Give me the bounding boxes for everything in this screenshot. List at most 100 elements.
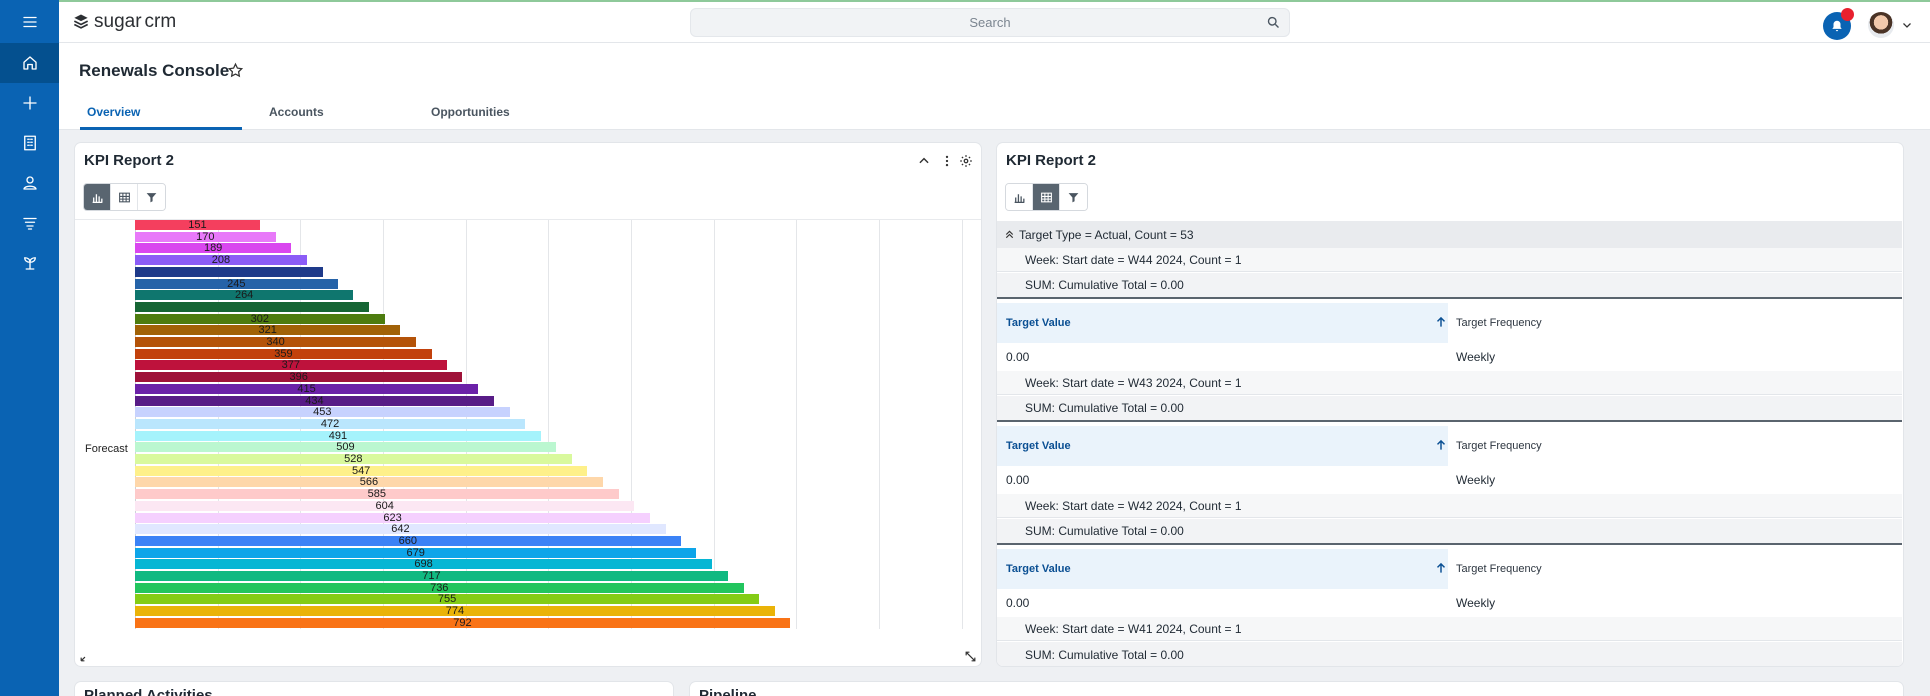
sugarcrm-logo[interactable]: sugar crm <box>71 11 176 33</box>
avatar[interactable] <box>1868 12 1894 38</box>
chart-view-button[interactable] <box>1006 184 1033 210</box>
sidebar-item-create[interactable] <box>0 83 59 123</box>
chevron-up-icon[interactable] <box>917 154 931 168</box>
top-bar: sugar crm <box>59 0 1930 43</box>
filter-lines-icon <box>22 217 37 230</box>
cube-logo-icon <box>73 14 89 29</box>
bar-value-label: 774 <box>445 605 465 618</box>
building-icon <box>23 135 36 151</box>
bar-value-label: 660 <box>398 534 418 547</box>
bell-icon <box>1832 20 1842 32</box>
filter-button[interactable] <box>1060 184 1087 210</box>
sidebar-item-home[interactable] <box>0 43 59 83</box>
sidebar-item-filters[interactable] <box>0 203 59 243</box>
gridline <box>879 220 881 629</box>
table-view-button[interactable] <box>111 184 138 210</box>
bar-value-label: 736 <box>430 581 449 594</box>
view-toggle <box>1005 183 1088 211</box>
global-search[interactable] <box>690 8 1290 37</box>
bar-value-label: 321 <box>258 324 277 337</box>
tab-overview[interactable]: Overview <box>80 105 242 130</box>
group-header-row[interactable]: Target Type = Actual, Count = 53 <box>997 221 1902 248</box>
column-header-target-frequency[interactable]: Target Frequency <box>1448 426 1902 466</box>
gridline <box>961 220 963 629</box>
bar-value-label: 472 <box>320 417 340 430</box>
left-sidebar <box>0 0 59 696</box>
kpi-table-dashlet: KPI Report 2 Target Type = Actual, Count… <box>997 143 1903 666</box>
column-header-target-frequency[interactable]: Target Frequency <box>1448 549 1902 589</box>
resize-icon[interactable] <box>964 650 977 663</box>
sort-arrow-up-icon[interactable] <box>1434 438 1448 452</box>
cell-target-value: 0.00 <box>1006 350 1030 364</box>
bar-value-label: 453 <box>313 406 332 419</box>
bar-value-label: 264 <box>234 289 254 302</box>
bar-value-label: 208 <box>211 254 231 267</box>
expand-icon[interactable] <box>79 650 92 663</box>
planned-activities-dashlet: Planned Activities <box>75 682 673 696</box>
favorite-star-icon[interactable] <box>227 62 244 79</box>
chart-bar[interactable] <box>135 266 323 277</box>
table-icon <box>118 192 130 202</box>
bar-value-label: 170 <box>196 230 215 243</box>
gear-icon[interactable] <box>959 154 973 168</box>
filter-icon <box>146 192 157 202</box>
gridline <box>796 220 798 629</box>
filter-icon <box>1068 192 1079 202</box>
view-toggle <box>83 183 166 211</box>
chevron-down-icon[interactable] <box>1901 19 1913 31</box>
bar-value-label: 623 <box>383 511 402 524</box>
tab-accounts[interactable]: Accounts <box>269 105 324 130</box>
plant-icon <box>23 257 36 270</box>
bar-value-label: 755 <box>437 593 457 606</box>
bar-value-label: 528 <box>344 453 363 465</box>
filter-button[interactable] <box>138 184 165 210</box>
week-group-row[interactable]: Week: Start date = W42 2024, Count = 1 <box>997 494 1902 518</box>
bar-value-label: 642 <box>391 523 410 536</box>
table-header-row: Target Value Target Frequency <box>997 303 1902 343</box>
sort-arrow-up-icon[interactable] <box>1434 561 1448 575</box>
bar-value-label: 509 <box>336 441 355 454</box>
notification-badge <box>1841 8 1854 21</box>
chart-bar[interactable] <box>135 301 369 312</box>
column-header-target-value[interactable]: Target Value <box>1006 317 1071 329</box>
sidebar-item-contacts[interactable] <box>0 163 59 203</box>
bar-value-label: 189 <box>203 242 223 255</box>
week-group-row[interactable]: Week: Start date = W43 2024, Count = 1 <box>997 371 1902 395</box>
column-header-target-value[interactable]: Target Value <box>1006 440 1071 452</box>
bar-value-label: 377 <box>281 359 301 372</box>
bar-value-label: 359 <box>274 347 293 360</box>
plus-icon <box>22 96 37 110</box>
cell-target-value: 0.00 <box>1006 473 1030 487</box>
bar-value-label: 585 <box>367 488 387 501</box>
dashlet-title: KPI Report 2 <box>84 152 175 169</box>
collapse-double-chevron-icon <box>1005 230 1014 239</box>
column-header-target-value[interactable]: Target Value <box>1006 563 1071 575</box>
bar-value-label: 679 <box>406 546 425 559</box>
chart-view-button[interactable] <box>84 184 111 210</box>
column-header-target-frequency[interactable]: Target Frequency <box>1448 303 1902 343</box>
sidebar-item-plant[interactable] <box>0 243 59 283</box>
bar-value-label: 491 <box>328 429 348 442</box>
search-icon[interactable] <box>1266 15 1281 30</box>
bar-value-label: 604 <box>375 499 394 512</box>
bar-value-label: 302 <box>250 312 270 325</box>
group-label: Target Type = Actual, Count = 53 <box>1019 227 1194 242</box>
tab-opportunities[interactable]: Opportunities <box>431 105 510 130</box>
week-group-row[interactable]: Week: Start date = W41 2024, Count = 1 <box>997 617 1902 641</box>
cell-target-value: 0.00 <box>1006 596 1030 610</box>
bar-chart-icon <box>1014 193 1024 203</box>
search-input[interactable] <box>691 9 1289 36</box>
table-view-button[interactable] <box>1033 184 1060 210</box>
sum-row: SUM: Cumulative Total = 0.00 <box>997 396 1902 422</box>
sidebar-item-accounts[interactable] <box>0 123 59 163</box>
sort-arrow-up-icon[interactable] <box>1434 315 1448 329</box>
more-vertical-icon[interactable] <box>940 154 954 168</box>
cell-target-frequency: Weekly <box>1456 350 1496 364</box>
bar-chart-icon <box>92 193 102 203</box>
bar-value-label: 434 <box>305 394 324 407</box>
table-row: 0.00 Weekly <box>997 589 1902 616</box>
menu-button[interactable] <box>0 2 59 42</box>
menu-icon <box>22 16 37 28</box>
cell-target-frequency: Weekly <box>1456 473 1496 487</box>
week-group-row[interactable]: Week: Start date = W44 2024, Count = 1 <box>997 248 1902 272</box>
